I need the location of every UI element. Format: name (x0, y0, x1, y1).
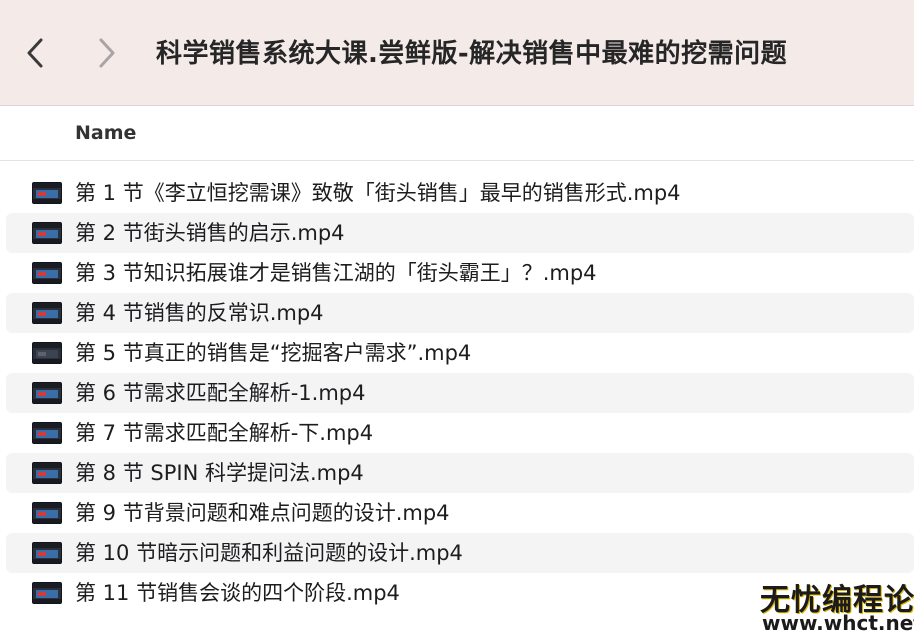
video-thumbnail-icon (32, 462, 62, 484)
window-toolbar: 科学销售系统大课.尝鲜版-解决销售中最难的挖需问题 (0, 0, 914, 106)
file-row[interactable]: 第 9 节背景问题和难点问题的设计.mp4 (6, 493, 914, 533)
file-name: 第 10 节暗示问题和利益问题的设计.mp4 (75, 541, 463, 565)
video-thumbnail-icon (32, 422, 62, 444)
file-row[interactable]: 第 7 节需求匹配全解析-下.mp4 (6, 413, 914, 453)
file-list: 第 1 节《李立恒挖需课》致敬「街头销售」最早的销售形式.mp4 第 2 节街头销… (0, 173, 914, 613)
file-row[interactable]: 第 1 节《李立恒挖需课》致敬「街头销售」最早的销售形式.mp4 (6, 173, 914, 213)
file-name: 第 8 节 SPIN 科学提问法.mp4 (75, 461, 364, 485)
file-name: 第 1 节《李立恒挖需课》致敬「街头销售」最早的销售形式.mp4 (75, 181, 681, 205)
back-button[interactable] (18, 31, 52, 75)
file-row[interactable]: 第 4 节销售的反常识.mp4 (6, 293, 914, 333)
video-thumbnail-icon (32, 342, 62, 364)
file-name: 第 6 节需求匹配全解析-1.mp4 (75, 381, 366, 405)
list-header: Name (0, 107, 914, 161)
file-row[interactable]: 第 2 节街头销售的启示.mp4 (6, 213, 914, 253)
window-title: 科学销售系统大课.尝鲜版-解决销售中最难的挖需问题 (156, 39, 788, 69)
video-thumbnail-icon (32, 262, 62, 284)
video-thumbnail-icon (32, 502, 62, 524)
file-row[interactable]: 第 5 节真正的销售是“挖掘客户需求”.mp4 (6, 333, 914, 373)
file-row[interactable]: 第 8 节 SPIN 科学提问法.mp4 (6, 453, 914, 493)
file-name: 第 4 节销售的反常识.mp4 (75, 301, 324, 325)
video-thumbnail-icon (32, 222, 62, 244)
file-name: 第 3 节知识拓展谁才是销售江湖的「街头霸王」？.mp4 (75, 261, 597, 285)
file-row[interactable]: 第 3 节知识拓展谁才是销售江湖的「街头霸王」？.mp4 (6, 253, 914, 293)
file-name: 第 7 节需求匹配全解析-下.mp4 (75, 421, 374, 445)
file-name: 第 2 节街头销售的启示.mp4 (75, 221, 345, 245)
watermark-logo: 无忧编程论坛 www.whct.net (756, 573, 914, 638)
file-name: 第 9 节背景问题和难点问题的设计.mp4 (75, 501, 450, 525)
chevron-right-icon (99, 38, 115, 68)
watermark-bottom-text: www.whct.net (762, 611, 914, 635)
video-thumbnail-icon (32, 182, 62, 204)
column-header-name[interactable]: Name (75, 107, 136, 161)
forward-button[interactable] (90, 31, 124, 75)
file-name: 第 11 节销售会谈的四个阶段.mp4 (75, 581, 400, 605)
file-row[interactable]: 第 6 节需求匹配全解析-1.mp4 (6, 373, 914, 413)
video-thumbnail-icon (32, 582, 62, 604)
file-row[interactable]: 第 10 节暗示问题和利益问题的设计.mp4 (6, 533, 914, 573)
video-thumbnail-icon (32, 542, 62, 564)
video-thumbnail-icon (32, 382, 62, 404)
video-thumbnail-icon (32, 302, 62, 324)
chevron-left-icon (27, 38, 43, 68)
file-name: 第 5 节真正的销售是“挖掘客户需求”.mp4 (75, 341, 472, 365)
